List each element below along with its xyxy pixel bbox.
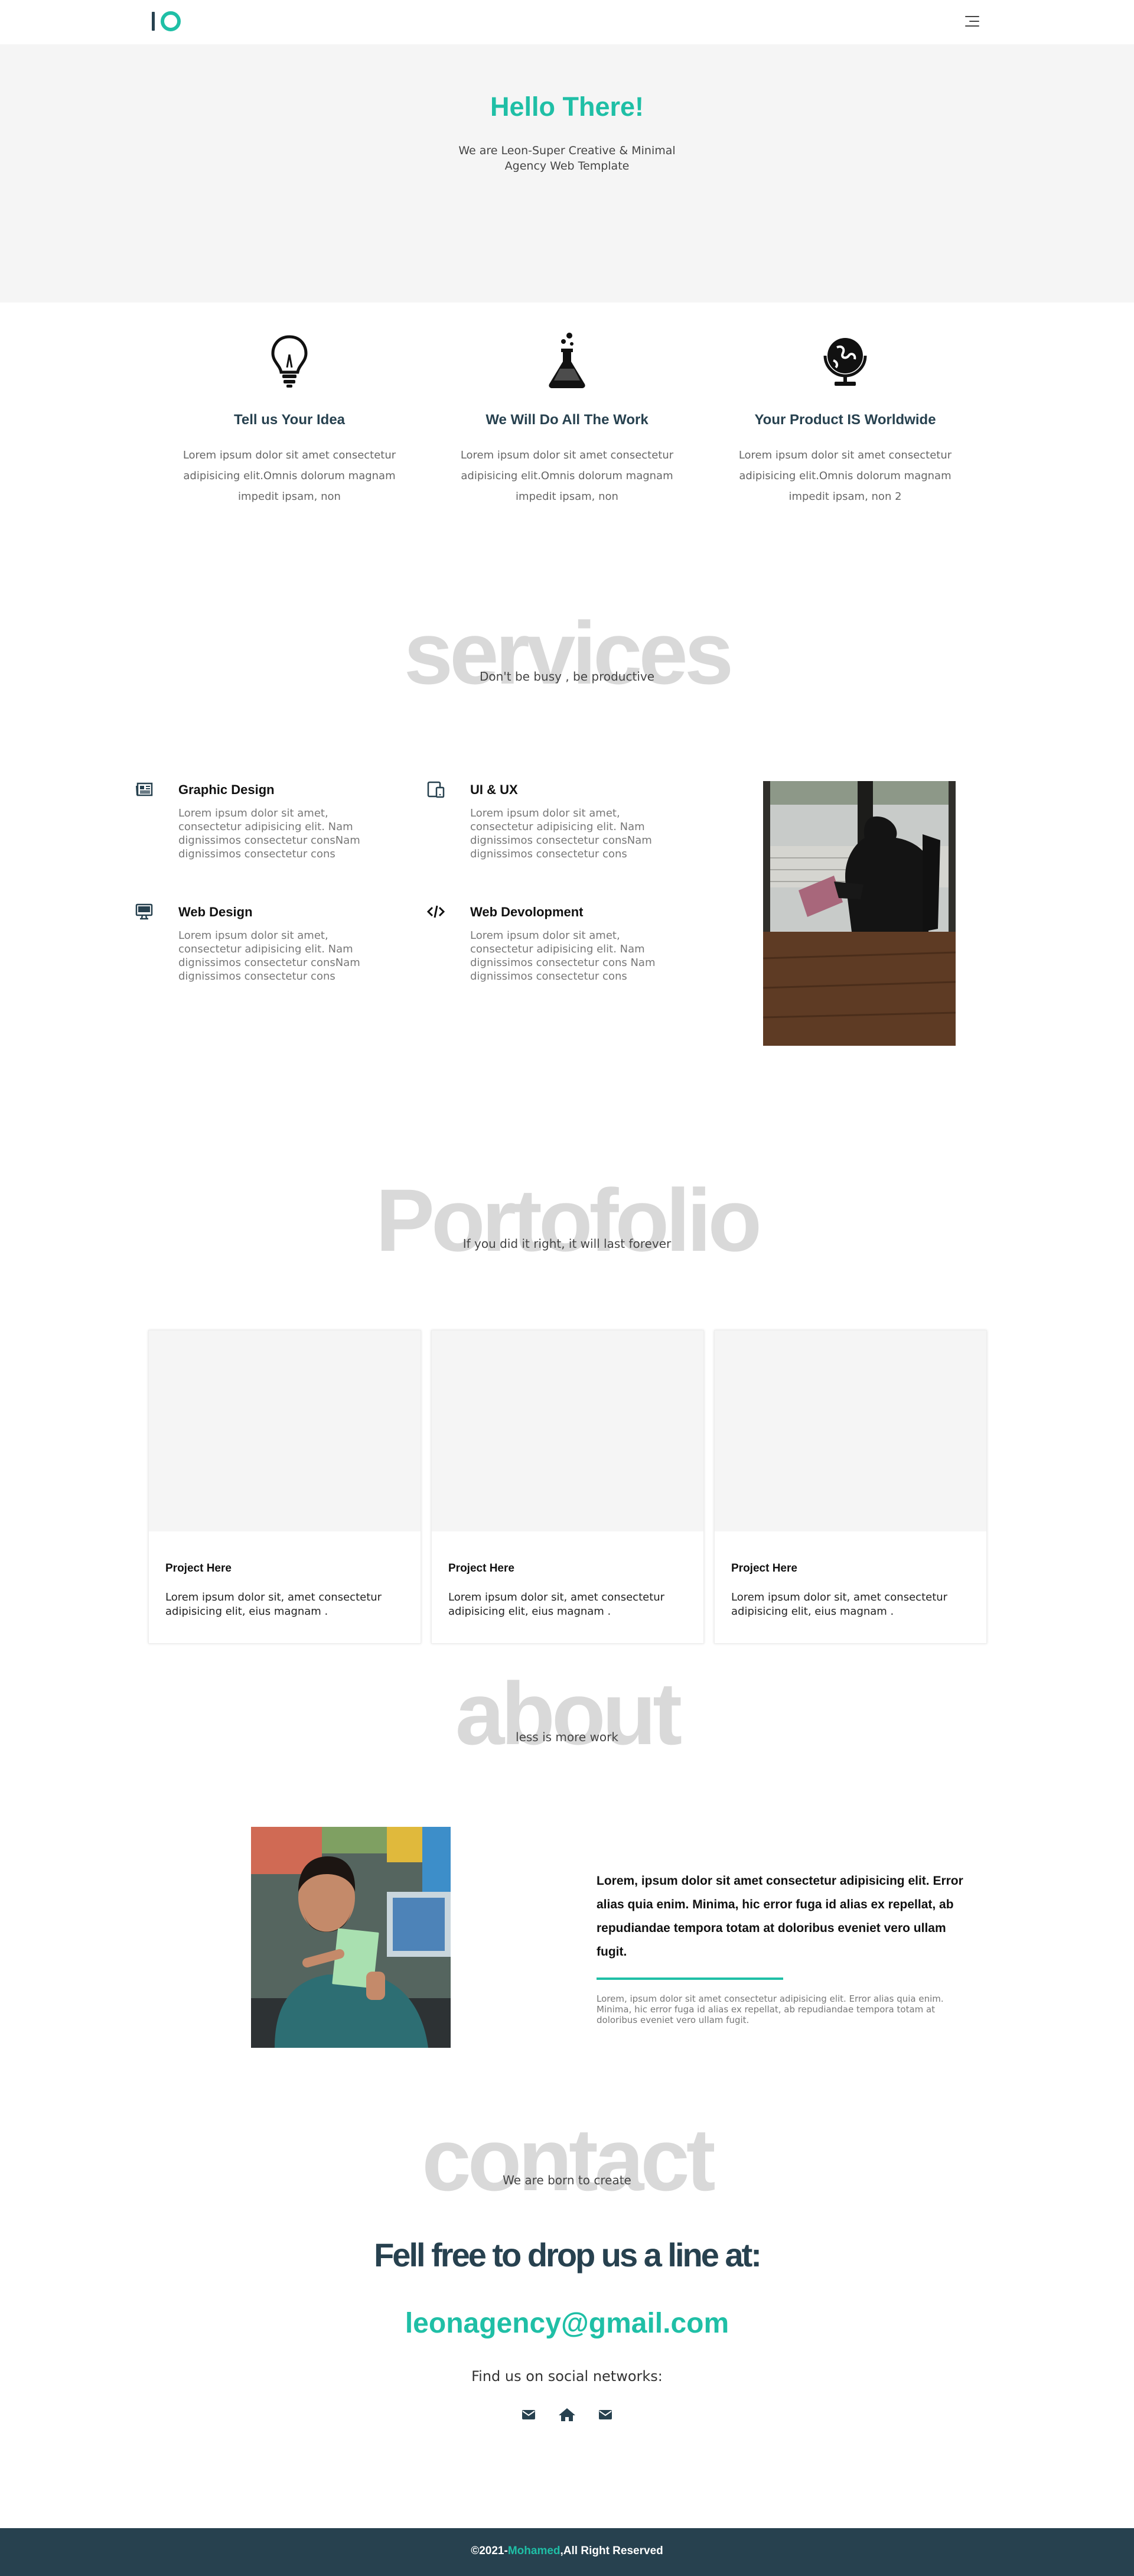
project-thumbnail bbox=[715, 1331, 986, 1531]
project-title: Project Here bbox=[731, 1562, 797, 1575]
menu-line bbox=[965, 25, 979, 27]
portfolio-card[interactable]: Project Here Lorem ipsum dolor sit, amet… bbox=[431, 1330, 704, 1644]
service-text: Lorem ipsum dolor sit amet, consectetur … bbox=[470, 929, 656, 983]
service-text: Lorem ipsum dolor sit amet, consectetur … bbox=[470, 807, 652, 860]
service-title: Web Design bbox=[178, 905, 253, 919]
contact-subheading: We are born to create bbox=[503, 2173, 631, 2187]
flask-icon bbox=[549, 333, 585, 388]
social-links bbox=[520, 2406, 614, 2424]
hero-subtitle: We are Leon-Super Creative & Minimal Age… bbox=[458, 144, 676, 173]
hamburger-menu-icon[interactable] bbox=[965, 14, 980, 28]
envelope-icon[interactable] bbox=[597, 2406, 614, 2424]
service-text: Lorem ipsum dolor sit amet, consectetur … bbox=[178, 929, 360, 983]
feature-text: Lorem ipsum dolor sit amet consectetur a… bbox=[738, 449, 952, 503]
project-thumbnail bbox=[432, 1331, 703, 1531]
about-photo bbox=[251, 1827, 451, 2048]
portfolio-card[interactable]: Project Here Lorem ipsum dolor sit, amet… bbox=[714, 1330, 987, 1644]
feature-title: Tell us Your Idea bbox=[233, 412, 346, 428]
menu-line bbox=[969, 21, 979, 22]
services-subheading: Don't be busy , be productive bbox=[479, 669, 655, 684]
copyright-suffix: ,All Right Reserved bbox=[560, 2545, 663, 2557]
about-subheading: less is more work bbox=[516, 1730, 618, 1744]
service-title: Web Devolopment bbox=[470, 905, 584, 919]
hero-title: Hello There! bbox=[490, 92, 644, 122]
feature-text: Lorem ipsum dolor sit amet consectetur a… bbox=[460, 449, 674, 503]
services-photo bbox=[763, 781, 956, 1046]
envelope-icon[interactable] bbox=[520, 2406, 537, 2424]
portfolio-heading: Portofolio bbox=[375, 1170, 762, 1270]
top-navbar bbox=[0, 0, 1134, 44]
logo-bar bbox=[152, 12, 155, 31]
feature-title: Your Product IS Worldwide bbox=[754, 412, 936, 428]
hero-section: Hello There! We are Leon-Super Creative … bbox=[0, 44, 1134, 303]
person-at-window-illustration bbox=[763, 781, 956, 1046]
contact-heading: contact bbox=[422, 2110, 715, 2209]
portfolio-subheading: If you did it right, it will last foreve… bbox=[462, 1237, 672, 1251]
project-text: Lorem ipsum dolor sit, amet consectetur … bbox=[731, 1591, 948, 1618]
home-icon[interactable] bbox=[558, 2406, 576, 2424]
io-logo-icon[interactable] bbox=[152, 9, 181, 33]
feature-title: We Will Do All The Work bbox=[485, 412, 649, 428]
newspaper-icon bbox=[136, 782, 153, 796]
feature-work: We Will Do All The Work Lorem ipsum dolo… bbox=[445, 331, 689, 507]
footer-copyright: ©2021-Mohamed,All Right Reserved bbox=[0, 2545, 1134, 2558]
project-text: Lorem ipsum dolor sit, amet consectetur … bbox=[165, 1591, 382, 1618]
code-icon bbox=[426, 905, 445, 918]
social-label: Find us on social networks: bbox=[471, 2368, 663, 2385]
services-heading: services bbox=[403, 603, 734, 702]
logo-ring bbox=[161, 11, 181, 31]
developer-holding-code-note-illustration bbox=[251, 1827, 451, 2048]
lightbulb-icon bbox=[271, 335, 308, 388]
service-title: Graphic Design bbox=[178, 782, 275, 797]
project-title: Project Here bbox=[165, 1562, 232, 1575]
accent-divider bbox=[597, 1977, 783, 1980]
menu-line bbox=[965, 16, 979, 17]
about-heading: about bbox=[455, 1664, 682, 1763]
project-thumbnail bbox=[149, 1331, 421, 1531]
contact-email-link[interactable]: leonagency@gmail.com bbox=[0, 2307, 1134, 2340]
feature-worldwide: Your Product IS Worldwide Lorem ipsum do… bbox=[723, 331, 967, 507]
contact-drop-line: Fell free to drop us a line at: bbox=[374, 2236, 762, 2273]
project-text: Lorem ipsum dolor sit, amet consectetur … bbox=[448, 1591, 665, 1618]
about-body-text: Lorem, ipsum dolor sit amet consectetur … bbox=[597, 1993, 944, 2025]
service-title: UI & UX bbox=[470, 782, 518, 797]
devices-icon bbox=[427, 781, 445, 798]
service-text: Lorem ipsum dolor sit amet, consectetur … bbox=[178, 807, 360, 860]
about-lead-text: Lorem, ipsum dolor sit amet consectetur … bbox=[597, 1874, 963, 1959]
copyright-prefix: ©2021- bbox=[471, 2545, 508, 2557]
author-name: Mohamed bbox=[507, 2545, 561, 2557]
globe-icon bbox=[823, 338, 867, 386]
footer: ©2021-Mohamed,All Right Reserved bbox=[0, 2528, 1134, 2576]
desktop-icon bbox=[135, 903, 153, 920]
project-title: Project Here bbox=[448, 1562, 514, 1575]
feature-text: Lorem ipsum dolor sit amet consectetur a… bbox=[183, 449, 396, 503]
feature-idea: Tell us Your Idea Lorem ipsum dolor sit … bbox=[167, 331, 412, 507]
page: Hello There! We are Leon-Super Creative … bbox=[0, 0, 1134, 2576]
portfolio-card[interactable]: Project Here Lorem ipsum dolor sit, amet… bbox=[148, 1330, 421, 1644]
